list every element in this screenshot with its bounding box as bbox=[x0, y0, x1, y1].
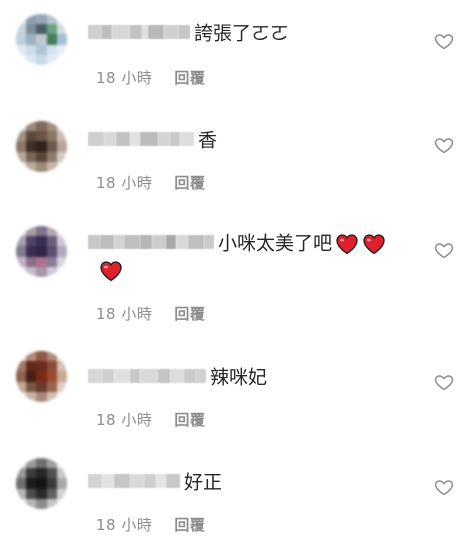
comment-meta: 18 小時 回覆 bbox=[96, 514, 205, 535]
username[interactable] bbox=[88, 131, 194, 146]
comment-text: 好正 bbox=[184, 471, 223, 494]
comment-text: 香 bbox=[198, 129, 218, 152]
heart-outline-icon bbox=[434, 138, 454, 154]
heart-emoji-group bbox=[96, 259, 123, 281]
timestamp: 18 小時 bbox=[96, 516, 153, 534]
username[interactable] bbox=[88, 368, 206, 383]
timestamp: 18 小時 bbox=[96, 305, 153, 323]
like-button[interactable] bbox=[434, 372, 454, 392]
comment-text: 小咪太美了吧 bbox=[218, 232, 333, 255]
timestamp: 18 小時 bbox=[96, 411, 153, 429]
red-heart-emoji-icon bbox=[100, 260, 122, 281]
comment-text: 誇張了ㄛㄛ bbox=[194, 22, 290, 45]
timestamp: 18 小時 bbox=[96, 174, 153, 192]
avatar[interactable] bbox=[16, 121, 67, 172]
comment-line: 香 bbox=[88, 128, 418, 153]
heart-outline-icon bbox=[434, 243, 454, 259]
comment-meta: 18 小時 回覆 bbox=[96, 67, 205, 88]
username[interactable] bbox=[88, 234, 214, 249]
comment-meta: 18 小時 回覆 bbox=[96, 172, 205, 193]
avatar[interactable] bbox=[16, 14, 67, 65]
red-heart-emoji-icon bbox=[363, 233, 385, 254]
heart-outline-icon bbox=[434, 375, 454, 391]
heart-outline-icon bbox=[434, 34, 454, 50]
reply-button[interactable]: 回覆 bbox=[174, 411, 205, 429]
comment-text: 辣咪妃 bbox=[210, 366, 268, 389]
comment-line-wrap bbox=[96, 258, 418, 282]
red-heart-emoji-icon bbox=[336, 233, 358, 254]
avatar[interactable] bbox=[16, 458, 67, 509]
reply-button[interactable]: 回覆 bbox=[174, 305, 205, 323]
like-button[interactable] bbox=[434, 240, 454, 260]
timestamp: 18 小時 bbox=[96, 69, 153, 87]
reply-button[interactable]: 回覆 bbox=[174, 69, 205, 87]
avatar[interactable] bbox=[16, 351, 67, 402]
comment-meta: 18 小時 回覆 bbox=[96, 409, 205, 430]
heart-outline-icon bbox=[434, 480, 454, 496]
comment-line: 辣咪妃 bbox=[88, 365, 418, 390]
reply-button[interactable]: 回覆 bbox=[174, 516, 205, 534]
like-button[interactable] bbox=[434, 31, 454, 51]
username[interactable] bbox=[88, 24, 190, 39]
heart-emoji-group bbox=[332, 232, 386, 254]
comment-line: 誇張了ㄛㄛ bbox=[88, 21, 418, 46]
like-button[interactable] bbox=[434, 135, 454, 155]
comment-meta: 18 小時 回覆 bbox=[96, 303, 205, 324]
reply-button[interactable]: 回覆 bbox=[174, 174, 205, 192]
avatar[interactable] bbox=[16, 226, 67, 277]
like-button[interactable] bbox=[434, 477, 454, 497]
username[interactable] bbox=[88, 473, 180, 488]
comment-line: 好正 bbox=[88, 470, 418, 495]
comment-line: 小咪太美了吧 bbox=[88, 231, 418, 256]
